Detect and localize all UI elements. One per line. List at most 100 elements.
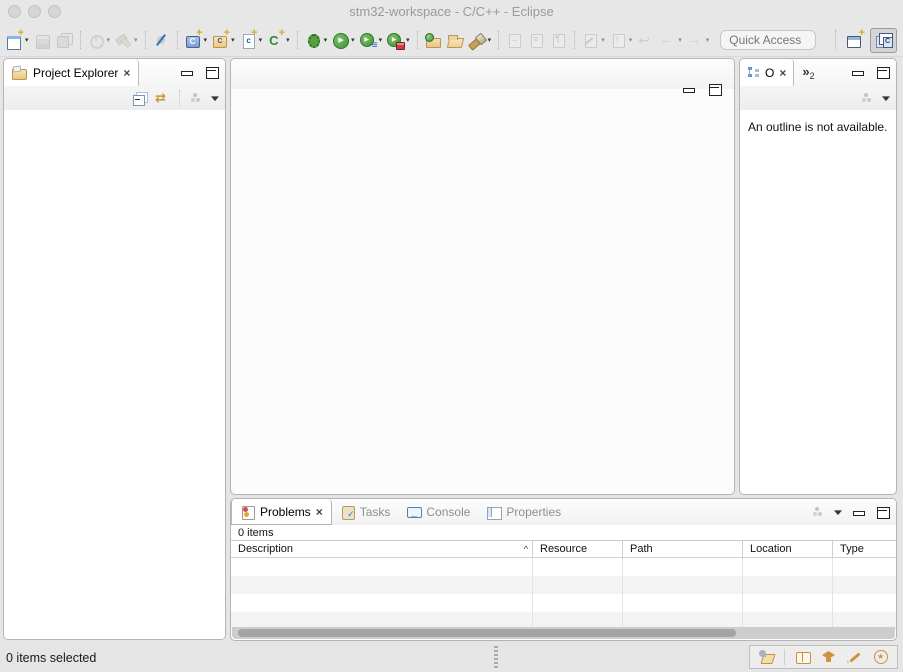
profile-button[interactable]: ▾	[358, 28, 385, 52]
tasks-icon	[340, 505, 355, 519]
new-source-file-button[interactable]: ▾	[238, 28, 265, 52]
problems-table-body	[231, 558, 896, 630]
dropdown-caret-icon: ▾	[351, 36, 355, 44]
minimize-view-button[interactable]	[850, 66, 865, 79]
horizontal-scrollbar[interactable]	[232, 627, 895, 639]
dropdown-caret-icon: ▾	[286, 36, 290, 44]
tab-label: O	[765, 66, 774, 80]
link-with-editor-button[interactable]	[155, 90, 171, 106]
new-class-button[interactable]: ▾	[265, 28, 292, 52]
c-cpp-perspective-icon	[876, 33, 892, 47]
outline-view: O × » 2 ▼ An outline is not available.	[739, 58, 897, 495]
tab-properties[interactable]: Properties	[478, 499, 569, 525]
debug-icon	[305, 32, 322, 49]
close-icon[interactable]: ×	[123, 67, 130, 79]
maximize-view-button[interactable]	[875, 66, 890, 79]
traffic-light-minimize-button[interactable]	[28, 5, 41, 18]
new-button[interactable]: ▾	[4, 28, 31, 52]
tab-problems[interactable]: Problems×	[231, 499, 332, 525]
run-button[interactable]: ▾	[330, 28, 357, 52]
dropdown-caret-icon: ▾	[259, 36, 263, 44]
traffic-light-close-button[interactable]	[8, 5, 21, 18]
scrollbar-thumb[interactable]	[238, 629, 736, 637]
toolbar-separator	[835, 30, 836, 50]
table-cell	[533, 594, 623, 612]
next-annotation-button	[504, 28, 525, 52]
titlebar: stm32-workspace - C/C++ - Eclipse	[0, 0, 903, 24]
column-header-description[interactable]: Description^	[231, 541, 533, 557]
tutorials-graduation-cap-icon[interactable]	[821, 650, 837, 664]
column-header-type[interactable]: Type	[833, 541, 896, 557]
bottom-tab-bar: Problems×TasksConsoleProperties ▼	[231, 499, 896, 525]
dropdown-caret-icon: ▾	[324, 36, 328, 44]
search-icon	[469, 32, 486, 49]
minimize-editor-button[interactable]	[681, 83, 696, 96]
table-cell	[743, 594, 833, 612]
open-perspective-button[interactable]	[844, 28, 866, 52]
c-cpp-perspective-button[interactable]	[870, 28, 897, 53]
table-cell	[833, 576, 896, 594]
statusbar-drag-handle[interactable]	[494, 646, 498, 668]
dropdown-caret-icon: ▾	[629, 36, 633, 44]
previous-annotation-button	[526, 28, 547, 52]
column-header-location[interactable]: Location	[743, 541, 833, 557]
run-icon	[332, 32, 349, 49]
overview-book-icon[interactable]	[795, 650, 811, 664]
maximize-view-button[interactable]	[875, 506, 890, 519]
tab-label: Project Explorer	[33, 66, 118, 80]
project-explorer-tree[interactable]	[4, 110, 225, 640]
maximize-view-button[interactable]	[204, 66, 219, 79]
go-to-next-edit-button: ▾	[608, 28, 635, 52]
window-title: stm32-workspace - C/C++ - Eclipse	[0, 0, 903, 24]
overflow-count: 2	[810, 71, 815, 81]
table-cell	[533, 558, 623, 576]
traffic-light-zoom-button[interactable]	[48, 5, 61, 18]
close-icon[interactable]: ×	[316, 506, 323, 518]
view-menu-button[interactable]: ▼	[208, 94, 221, 103]
view-menu-button[interactable]: ▼	[831, 508, 844, 517]
debug-button[interactable]: ▾	[303, 28, 330, 52]
view-menu-button[interactable]: ▼	[879, 94, 892, 103]
table-row[interactable]	[231, 558, 896, 576]
new-c-project-icon	[185, 32, 202, 49]
quick-access-input[interactable]	[720, 30, 816, 50]
minimize-view-button[interactable]	[851, 506, 866, 519]
samples-pencil-icon[interactable]	[847, 650, 863, 664]
new-c-project-button[interactable]: ▾	[183, 28, 210, 52]
welcome-icon[interactable]	[758, 650, 774, 664]
column-header-resource[interactable]: Resource	[533, 541, 623, 557]
column-header-path[interactable]: Path	[623, 541, 743, 557]
items-count: 0 items	[231, 525, 896, 541]
new-cpp-project-button[interactable]: ▾	[210, 28, 237, 52]
tab-console[interactable]: Console	[398, 499, 478, 525]
toolbar-separator	[145, 31, 146, 49]
dropdown-caret-icon: ▾	[379, 36, 383, 44]
focus-on-active-task-icon	[810, 505, 825, 519]
column-label: Resource	[540, 543, 587, 555]
maximize-editor-button[interactable]	[707, 83, 722, 96]
whats-new-star-icon[interactable]	[873, 650, 889, 664]
build-all-icon	[88, 32, 105, 49]
collapse-all-button[interactable]	[131, 90, 147, 106]
editor-area[interactable]	[230, 58, 735, 495]
table-cell	[231, 594, 533, 612]
tab-project-explorer[interactable]: Project Explorer ×	[4, 59, 139, 86]
table-row[interactable]	[231, 594, 896, 612]
search-button[interactable]: ▾	[467, 28, 494, 52]
open-resource-button[interactable]	[445, 28, 466, 52]
toolbar-separator	[80, 31, 81, 49]
view-overflow-button[interactable]: » 2	[802, 65, 814, 81]
external-tools-button[interactable]: ▾	[385, 28, 412, 52]
table-row[interactable]	[231, 576, 896, 594]
tab-outline[interactable]: O ×	[740, 59, 794, 86]
toolbar-separator	[297, 31, 298, 49]
sort-ascending-icon: ^	[524, 544, 528, 554]
tab-tasks[interactable]: Tasks	[332, 499, 399, 525]
open-type-button[interactable]	[423, 28, 444, 52]
skip-all-breakpoints-button[interactable]	[151, 28, 172, 52]
close-icon[interactable]: ×	[779, 67, 786, 79]
open-perspective-icon	[846, 32, 864, 49]
build-configuration-button: ▾	[113, 28, 140, 52]
minimize-view-button[interactable]	[179, 66, 194, 79]
back-to-last-edit-button	[635, 28, 656, 52]
